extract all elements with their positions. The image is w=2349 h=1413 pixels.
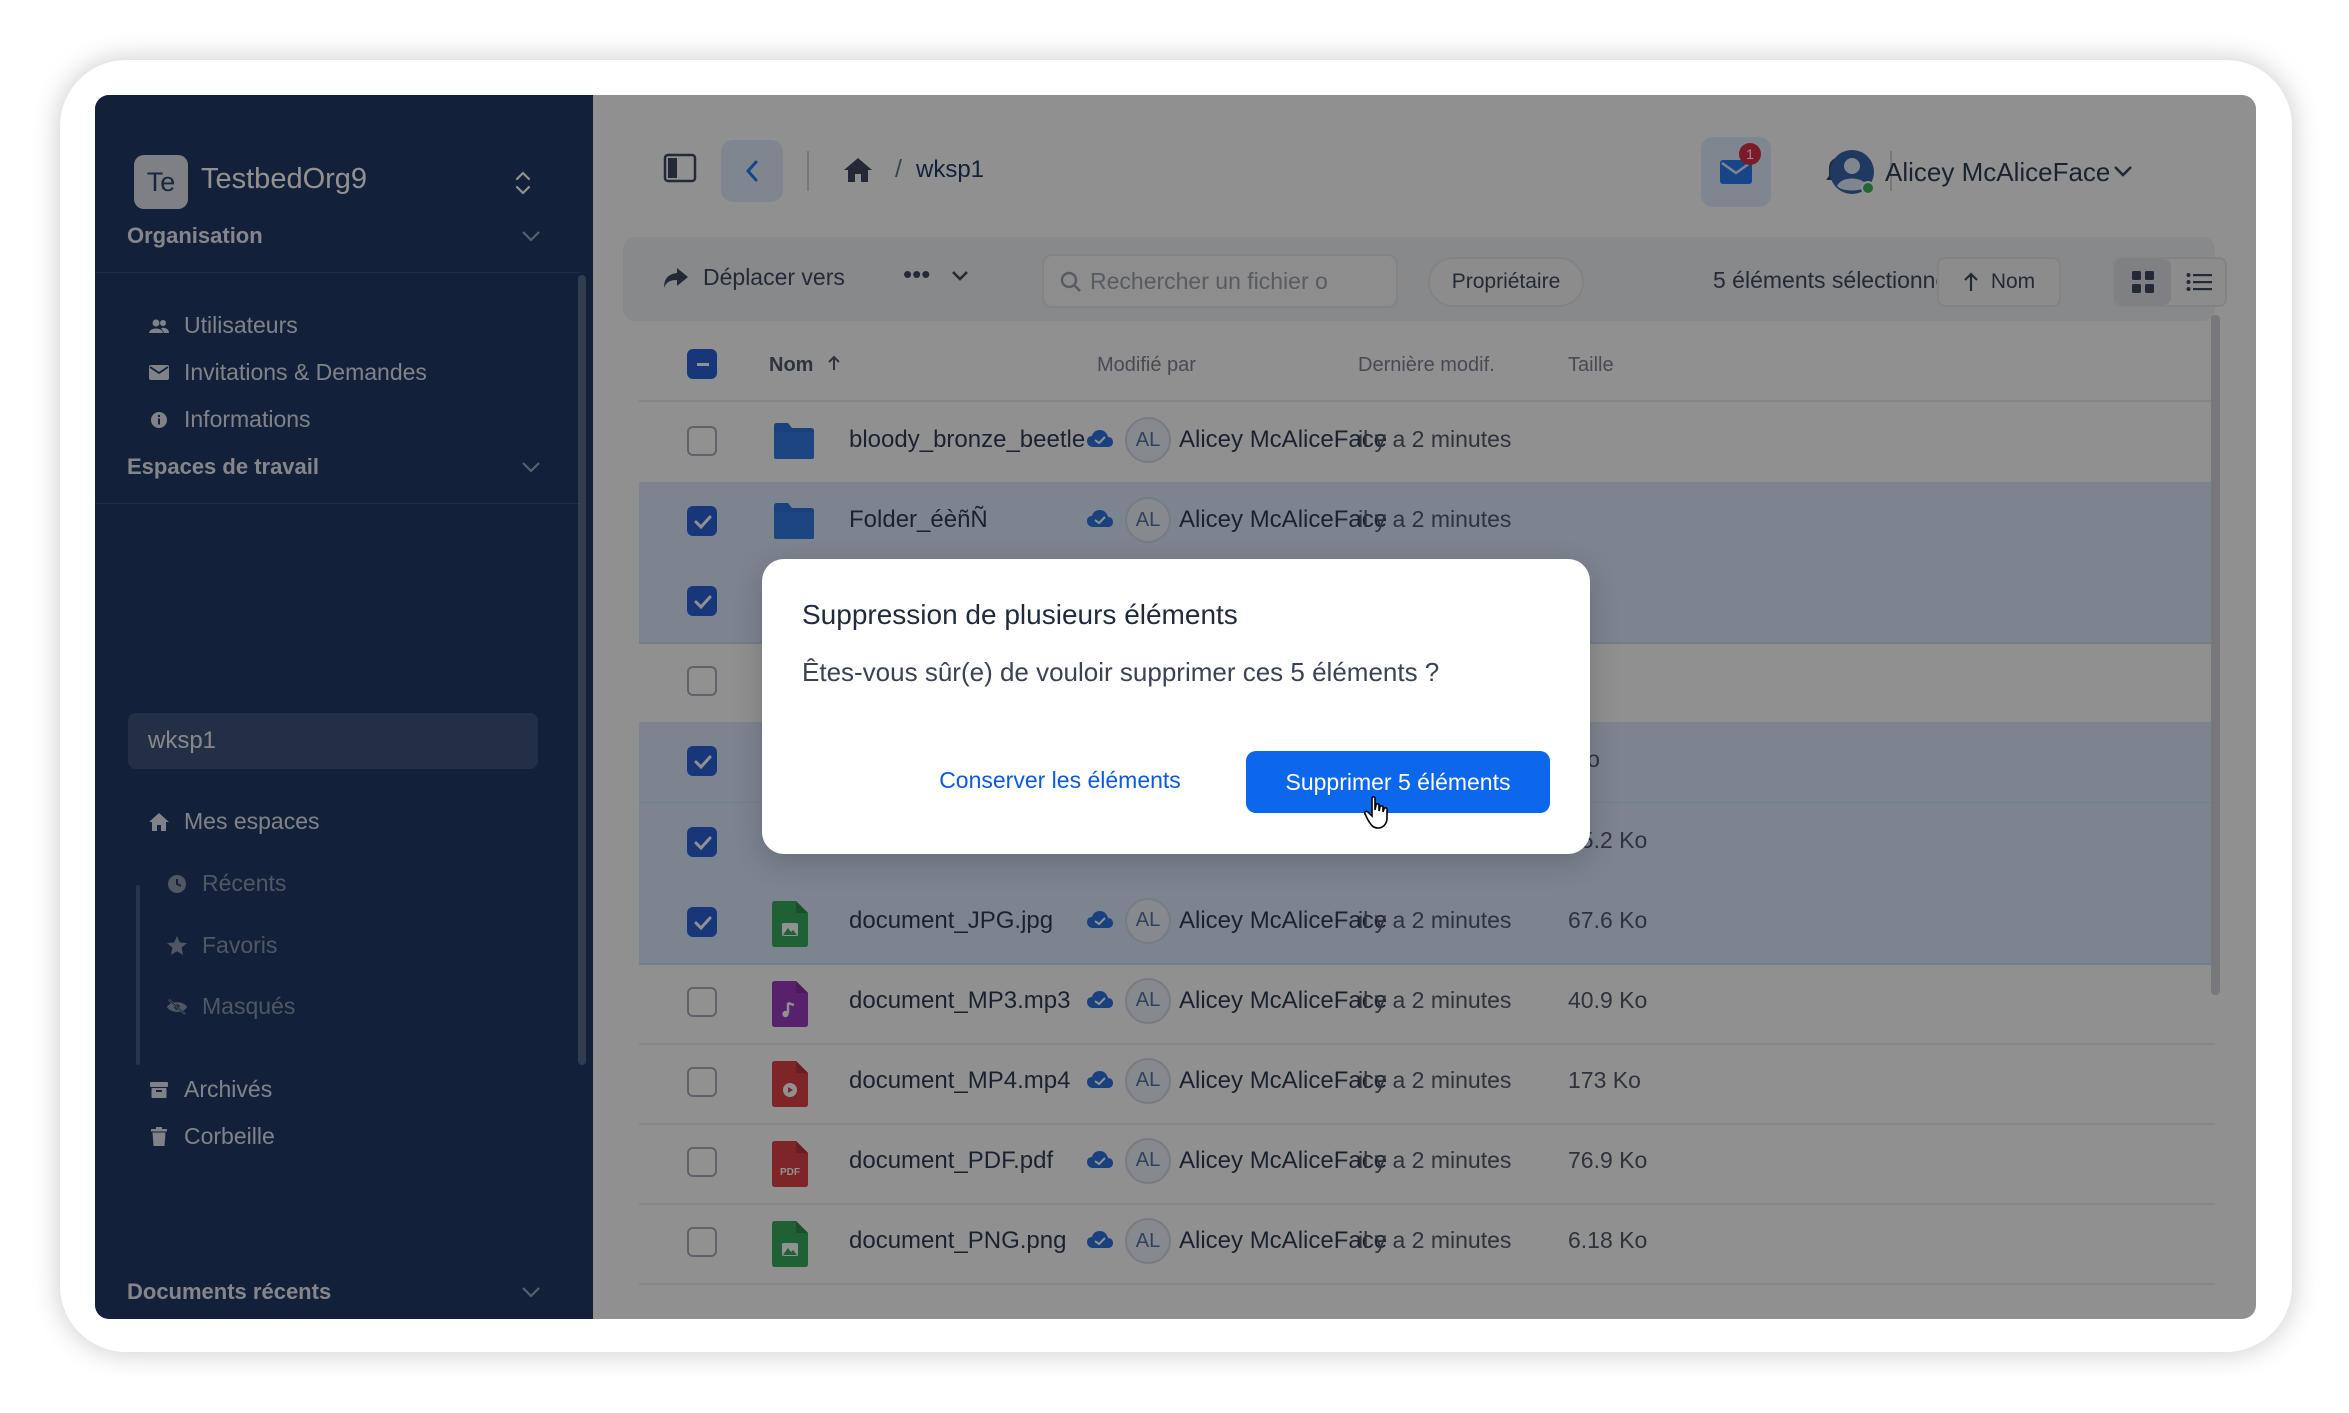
- delete-items-button[interactable]: Supprimer 5 éléments: [1246, 751, 1550, 813]
- dialog-message: Êtes-vous sûr(e) de vouloir supprimer ce…: [802, 657, 1440, 687]
- keep-items-button[interactable]: Conserver les éléments: [910, 749, 1210, 811]
- delete-confirmation-dialog: Suppression de plusieurs éléments Êtes-v…: [762, 559, 1590, 854]
- dialog-title: Suppression de plusieurs éléments: [802, 599, 1238, 630]
- hand-cursor-icon: [1364, 796, 1388, 829]
